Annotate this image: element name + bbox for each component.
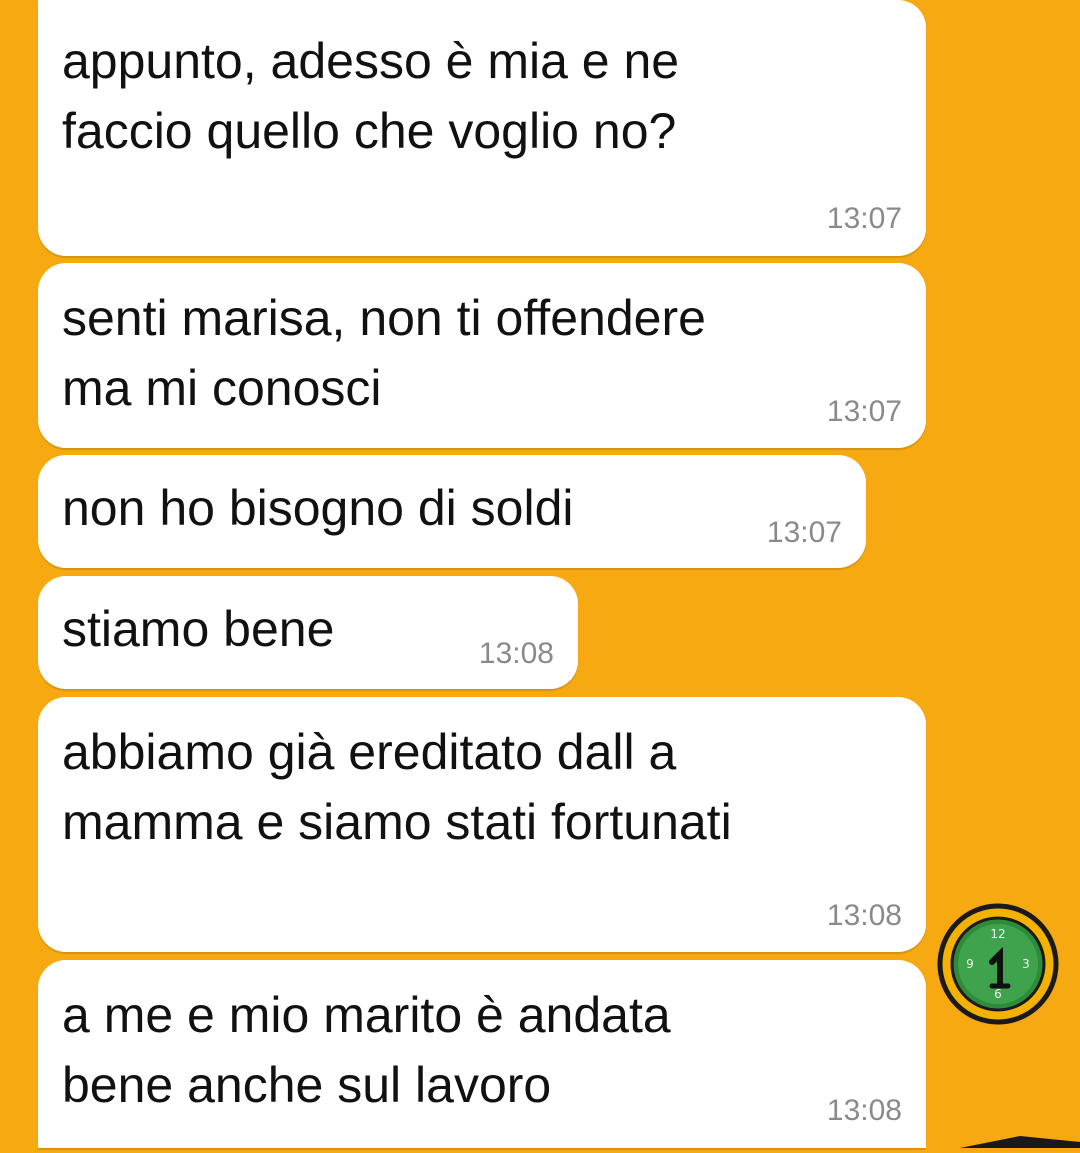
message-bubble[interactable]: a me e mio marito è andata bene anche su… — [38, 960, 926, 1148]
message-timestamp: 13:07 — [826, 202, 902, 235]
svg-text:9: 9 — [966, 957, 974, 971]
message-text: senti marisa, non ti offendere ma mi con… — [62, 290, 706, 416]
message-bubble[interactable]: abbiamo già ereditato dall a mamma e sia… — [38, 697, 926, 952]
message-text: a me e mio marito è andata bene anche su… — [62, 987, 671, 1113]
message-bubble[interactable]: stiamo bene 13:08 — [38, 576, 578, 689]
message-text: non ho bisogno di soldi — [62, 480, 574, 536]
message-bubble[interactable]: appunto, adesso è mia e ne faccio quello… — [38, 0, 926, 256]
svg-text:6: 6 — [994, 987, 1002, 1001]
message-timestamp: 13:08 — [478, 637, 554, 670]
message-bubble[interactable]: non ho bisogno di soldi 13:07 — [38, 455, 866, 568]
chat-conversation: appunto, adesso è mia e ne faccio quello… — [0, 0, 1080, 1148]
message-text: appunto, adesso è mia e ne faccio quello… — [62, 33, 680, 159]
message-bubble[interactable]: senti marisa, non ti offendere ma mi con… — [38, 263, 926, 448]
clock-sticker-icon: 12 3 6 9 — [936, 902, 1060, 1031]
sticker-fragment — [960, 1128, 1080, 1153]
svg-text:12: 12 — [990, 927, 1005, 941]
message-timestamp: 13:08 — [826, 899, 902, 932]
message-timestamp: 13:08 — [826, 1094, 902, 1127]
svg-text:3: 3 — [1022, 957, 1030, 971]
message-timestamp: 13:07 — [826, 395, 902, 428]
message-text: abbiamo già ereditato dall a mamma e sia… — [62, 724, 732, 850]
message-timestamp: 13:07 — [766, 516, 842, 549]
